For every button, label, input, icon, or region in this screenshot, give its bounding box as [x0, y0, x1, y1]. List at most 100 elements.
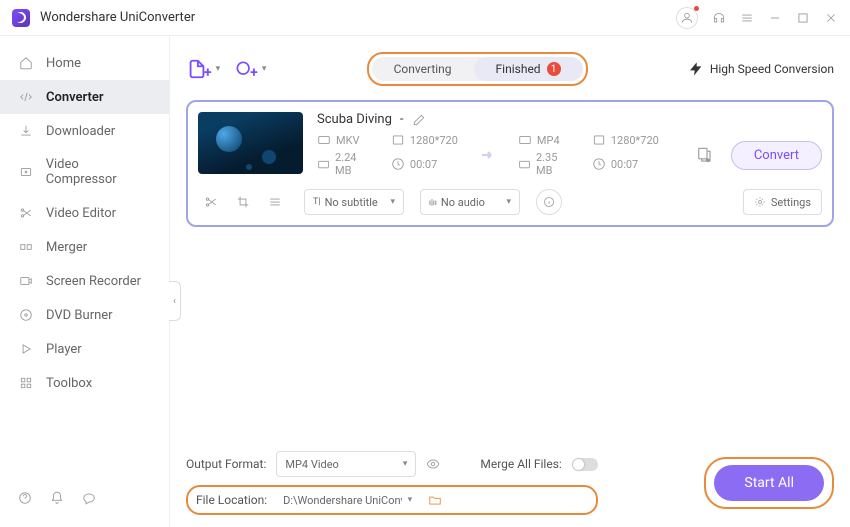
compress-icon [18, 164, 34, 180]
help-icon[interactable] [18, 491, 32, 505]
sidebar-footer [0, 479, 169, 517]
collapse-sidebar-handle[interactable]: ‹ [169, 281, 181, 321]
sidebar-item-editor[interactable]: Video Editor [0, 196, 169, 230]
scissors-icon [18, 205, 34, 221]
out-duration: 00:07 [611, 158, 638, 171]
status-tabs: Converting Finished 1 [367, 52, 588, 86]
in-duration: 00:07 [410, 158, 437, 171]
subtitle-select[interactable]: T|No subtitle▾ [304, 189, 404, 215]
notification-dot-icon [694, 6, 699, 11]
copy-settings-icon[interactable] [695, 146, 713, 164]
sidebar-item-compressor[interactable]: Video Compressor [0, 148, 169, 196]
merge-label: Merge All Files: [480, 457, 561, 471]
chevron-down-icon: ▾ [216, 64, 221, 74]
add-url-button[interactable]: + ▾ [234, 57, 266, 81]
sidebar-item-downloader[interactable]: Downloader [0, 114, 169, 148]
headset-icon[interactable] [712, 11, 726, 25]
tab-label: Finished [496, 62, 541, 76]
convert-button[interactable]: Convert [731, 141, 822, 170]
bell-icon[interactable] [50, 491, 64, 505]
input-specs: MKV 1280*720 2.24 MB 00:07 [317, 133, 458, 177]
sidebar-item-label: Converter [46, 90, 104, 105]
sidebar-item-label: DVD Burner [46, 308, 113, 323]
settings-button[interactable]: Settings [743, 189, 822, 215]
disc-icon [18, 307, 34, 323]
sidebar-item-label: Screen Recorder [46, 274, 141, 289]
in-resolution: 1280*720 [410, 134, 458, 147]
tab-converting[interactable]: Converting [372, 57, 474, 81]
sidebar-item-merger[interactable]: Merger [0, 230, 169, 264]
sidebar-item-dvd[interactable]: DVD Burner [0, 298, 169, 332]
file-location-label: File Location: [196, 493, 267, 507]
output-specs: MP4 1280*720 2.35 MB 00:07 [518, 133, 659, 177]
preview-icon[interactable] [426, 457, 440, 471]
grid-icon [18, 375, 34, 391]
download-icon [18, 123, 34, 139]
merge-toggle[interactable] [572, 458, 598, 471]
converter-icon [18, 89, 34, 105]
out-format: MP4 [537, 134, 560, 147]
app-title: Wondershare UniConverter [40, 10, 676, 25]
minimize-button[interactable] [768, 11, 782, 25]
trim-icon[interactable] [204, 195, 218, 209]
sidebar-item-label: Merger [46, 240, 87, 255]
sidebar-item-recorder[interactable]: Screen Recorder [0, 264, 169, 298]
out-resolution: 1280*720 [611, 134, 659, 147]
sidebar-item-converter[interactable]: Converter [0, 80, 169, 114]
file-location-select[interactable]: D:\Wondershare UniConverter▾ [275, 490, 420, 510]
output-format-label: Output Format: [186, 457, 266, 471]
finished-count-badge: 1 [547, 62, 561, 76]
sidebar: Home Converter Downloader Video Compress… [0, 36, 170, 527]
audio-select[interactable]: ı|ııNo audio▾ [420, 189, 520, 215]
file-location-value: D:\Wondershare UniConverter [283, 494, 401, 507]
sidebar-item-toolbox[interactable]: Toolbox [0, 366, 169, 400]
tab-finished[interactable]: Finished 1 [474, 57, 583, 81]
edit-title-icon[interactable] [412, 113, 426, 127]
in-format: MKV [336, 134, 360, 147]
sidebar-item-label: Video Compressor [46, 157, 151, 187]
account-icon[interactable] [676, 7, 698, 29]
high-speed-label: High Speed Conversion [710, 62, 834, 76]
arrow-right-icon [476, 146, 500, 164]
subtitle-value: No subtitle [325, 196, 378, 209]
info-button[interactable] [536, 189, 562, 215]
titlebar: Wondershare UniConverter [0, 0, 850, 36]
output-format-value: MP4 Video [285, 458, 338, 471]
home-icon [18, 55, 34, 71]
play-icon [18, 341, 34, 357]
close-button[interactable] [824, 11, 838, 25]
out-size: 2.35 MB [536, 151, 574, 177]
feedback-icon[interactable] [82, 491, 96, 505]
app-logo-icon [12, 9, 30, 27]
title-sep: - [400, 112, 404, 127]
high-speed-toggle[interactable]: High Speed Conversion [688, 61, 834, 77]
menu-icon[interactable] [740, 11, 754, 25]
start-all-button[interactable]: Start All [714, 465, 824, 501]
crop-icon[interactable] [236, 195, 250, 209]
toolbar: + ▾ + ▾ Converting Finished 1 High Speed … [186, 48, 834, 90]
sidebar-item-home[interactable]: Home [0, 46, 169, 80]
sidebar-item-label: Home [46, 56, 81, 71]
footer-bar: Output Format: MP4 Video▾ Merge All File… [186, 443, 834, 515]
file-title: Scuba Diving [317, 112, 392, 127]
audio-value: No audio [441, 196, 485, 209]
video-thumbnail[interactable] [198, 112, 303, 174]
settings-label: Settings [771, 196, 811, 209]
record-icon [18, 273, 34, 289]
sidebar-item-label: Player [46, 342, 82, 357]
output-format-select[interactable]: MP4 Video▾ [276, 451, 416, 477]
in-size: 2.24 MB [335, 151, 373, 177]
folder-icon[interactable] [428, 493, 442, 507]
sidebar-item-label: Toolbox [46, 376, 92, 391]
file-card: Scuba Diving - MKV 1280*720 2.24 MB 00:0… [186, 100, 834, 227]
main-panel: ‹ + ▾ + ▾ Converting Finished 1 [170, 36, 850, 527]
sidebar-item-label: Downloader [46, 124, 115, 139]
add-file-button[interactable]: + ▾ [186, 57, 220, 81]
tab-label: Converting [394, 62, 452, 76]
maximize-button[interactable] [796, 11, 810, 25]
sidebar-item-player[interactable]: Player [0, 332, 169, 366]
chevron-down-icon: ▾ [262, 64, 267, 74]
start-all-highlight: Start All [704, 457, 834, 509]
merge-icon [18, 239, 34, 255]
effects-icon[interactable] [268, 195, 282, 209]
